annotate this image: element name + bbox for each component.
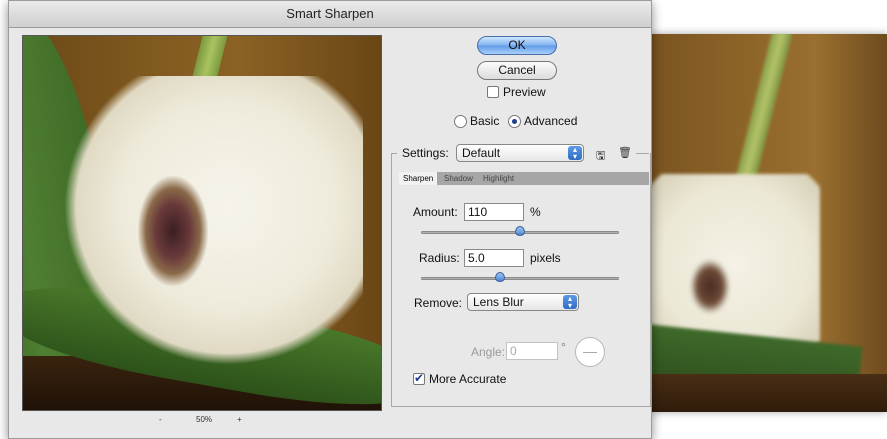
more-accurate-checkbox[interactable]: ✔ xyxy=(413,371,425,385)
advanced-label: Advanced xyxy=(524,114,578,128)
save-settings-icon[interactable]: 🖫 xyxy=(596,147,605,166)
remove-select[interactable]: Lens Blur ▴ ▾ xyxy=(467,293,579,311)
settings-label: Settings: xyxy=(400,146,451,160)
angle-label: Angle: xyxy=(471,345,506,359)
chevron-updown-icon: ▴ ▾ xyxy=(568,146,582,161)
settings-group xyxy=(391,153,651,407)
angle-unit: ° xyxy=(561,340,566,354)
remove-label: Remove: xyxy=(414,296,463,310)
zoom-in-button[interactable]: + xyxy=(237,415,242,424)
zoom-out-button[interactable]: - xyxy=(159,415,162,424)
angle-dial[interactable] xyxy=(575,337,605,367)
more-accurate-label: More Accurate xyxy=(429,372,507,386)
preview-checkbox[interactable] xyxy=(487,86,499,98)
amount-field[interactable]: 110 xyxy=(464,203,524,221)
radius-slider[interactable] xyxy=(421,277,619,280)
basic-radio[interactable] xyxy=(454,115,467,128)
result-photo xyxy=(650,34,887,412)
tab-highlight[interactable]: Highlight xyxy=(479,172,518,185)
settings-select[interactable]: Default ▴ ▾ xyxy=(456,144,584,162)
ok-button[interactable]: OK xyxy=(477,36,557,55)
preview-label: Preview xyxy=(503,85,546,99)
amount-unit: % xyxy=(530,205,541,219)
amount-label: Amount: xyxy=(413,205,458,219)
radius-slider-thumb[interactable] xyxy=(495,272,506,282)
radius-unit: pixels xyxy=(530,251,561,265)
remove-value: Lens Blur xyxy=(473,295,524,309)
preview-image[interactable] xyxy=(22,35,382,411)
settings-value: Default xyxy=(462,146,501,160)
chevron-updown-icon: ▴ ▾ xyxy=(563,295,577,310)
angle-field[interactable]: 0 xyxy=(506,342,558,360)
tab-shadow[interactable]: Shadow xyxy=(440,172,477,185)
zoom-level: 50% xyxy=(196,415,213,424)
tab-sharpen[interactable]: Sharpen xyxy=(399,172,438,185)
advanced-radio[interactable] xyxy=(508,115,521,128)
dialog-title: Smart Sharpen xyxy=(9,1,651,28)
trash-icon[interactable]: 🗑 xyxy=(618,146,632,159)
radius-label: Radius: xyxy=(419,251,460,265)
cancel-button[interactable]: Cancel xyxy=(477,61,557,80)
basic-label: Basic xyxy=(470,114,500,128)
amount-slider-thumb[interactable] xyxy=(515,226,525,236)
checkmark-icon: ✔ xyxy=(414,371,425,385)
radius-field[interactable]: 5.0 xyxy=(464,249,524,267)
smart-sharpen-dialog: Smart Sharpen - 50% + OK Cancel Preview … xyxy=(8,0,652,439)
